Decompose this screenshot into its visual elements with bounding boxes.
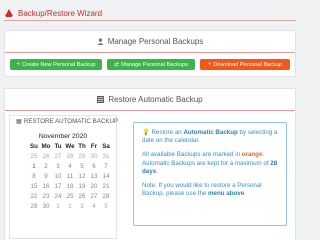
calendar-day[interactable]: 19 — [76, 182, 88, 192]
calendar-day: 31 — [102, 153, 110, 160]
calendar-day: 3 — [80, 203, 84, 210]
manage-personal-backups-header: Manage Personal Backups — [5, 31, 295, 53]
calendar-day[interactable]: 22 — [28, 192, 40, 202]
info-p2-orange: orange — [241, 151, 263, 159]
restore-automatic-backup-panel: Restore Automatic Backup ▦ RESTORE AUTOM… — [4, 88, 296, 240]
weekday-header: We — [65, 143, 75, 150]
plus-icon: + — [207, 61, 212, 68]
weekday-header: Mo — [41, 143, 51, 150]
calendar-day[interactable]: 7 — [100, 162, 112, 172]
calendar-icon: ▦ — [16, 118, 22, 125]
info-p3-bold[interactable]: menu above — [208, 190, 244, 197]
calendar-day: 1 — [56, 203, 60, 210]
restore-info-box: 💡 Restore an Automatic Backup by selecti… — [133, 122, 287, 226]
create-new-personal-backup-button[interactable]: + Create New Personal Backup — [10, 59, 102, 70]
plus-icon: + — [16, 61, 21, 68]
manage-personal-backups-label: Manage Personal Backups — [121, 61, 188, 68]
calendar-day: 5 — [104, 203, 108, 210]
weekday-header: Fr — [90, 143, 98, 150]
calendar-day: 2 — [68, 203, 72, 210]
calendar-day[interactable]: 18 — [64, 182, 76, 192]
calendar-day[interactable]: 14 — [100, 172, 112, 182]
weekday-header: Sa — [102, 143, 110, 150]
calendar-day[interactable]: 2 — [40, 162, 52, 172]
calendar-day[interactable]: 4 — [64, 162, 76, 172]
create-new-personal-backup-label: Create New Personal Backup — [22, 61, 96, 68]
wizard-icon — [5, 9, 13, 17]
title-divider — [4, 20, 296, 21]
info-p1-bold: Automatic Backup — [183, 129, 238, 136]
calendar-day[interactable]: 30 — [40, 202, 52, 212]
info-p2-pre: All available Backups are marked in — [142, 151, 242, 159]
info-paragraph-3: Note: If you would like to restore a Per… — [142, 182, 278, 198]
info-icon: 💡 — [142, 129, 150, 136]
manage-personal-backups-button[interactable]: ⇄ Manage Personal Backups — [107, 59, 195, 70]
calendar-day[interactable]: 23 — [40, 192, 52, 202]
info-paragraph-2: All available Backups are marked in oran… — [142, 151, 278, 176]
weekday-header: Su — [30, 143, 38, 150]
calendar-month: November 2020 — [38, 133, 88, 140]
personal-backup-actions: + Create New Personal Backup ⇄ Manage Pe… — [5, 53, 295, 76]
calendar-day[interactable]: 26 — [76, 192, 88, 202]
calendar-day: 27 — [54, 153, 62, 160]
calendar-day: 4 — [92, 203, 96, 210]
calendar-day: 30 — [90, 153, 98, 160]
calendar-day[interactable]: 27 — [88, 192, 100, 202]
download-personal-backup-label: Download Personal Backup — [213, 61, 283, 68]
calendar-day[interactable]: 17 — [52, 182, 64, 192]
info-paragraph-1: 💡 Restore an Automatic Backup by selecti… — [142, 129, 278, 145]
calendar-day[interactable]: 3 — [52, 162, 64, 172]
calendar-day[interactable]: 9 — [40, 172, 52, 182]
calendar-day[interactable]: 1 — [28, 162, 40, 172]
calendar-day: 26 — [42, 153, 50, 160]
restore-automatic-backup-header: Restore Automatic Backup — [5, 89, 295, 111]
weekday-header: Th — [78, 143, 86, 150]
calendar-day[interactable]: 11 — [64, 172, 76, 182]
arrows-icon: ⇄ — [114, 61, 120, 68]
info-p3-post: . — [244, 190, 246, 198]
calendar-day[interactable]: 6 — [88, 162, 100, 172]
info-p2-post: . — [156, 167, 158, 175]
calendar-title-text: RESTORE AUTOMATIC BACKUP — [23, 118, 119, 125]
calendar-day[interactable]: 25 — [64, 192, 76, 202]
calendar-day[interactable]: 12 — [76, 172, 88, 182]
calendar-day[interactable]: 29 — [28, 202, 40, 212]
download-personal-backup-button[interactable]: + Download Personal Backup — [200, 59, 290, 70]
calendar-panel: ▦ RESTORE AUTOMATIC BACKUP November 2020… — [9, 115, 118, 239]
calendar-day[interactable]: 28 — [100, 192, 112, 202]
manage-personal-backups-title: Manage Personal Backups — [107, 37, 204, 46]
calendar-day[interactable]: 13 — [88, 172, 100, 182]
calendar-day[interactable]: 5 — [76, 162, 88, 172]
user-icon — [97, 38, 104, 45]
calendar-day: 29 — [78, 153, 86, 160]
calendar-day[interactable]: 8 — [28, 172, 40, 182]
calendar-grid: Su Mo Tu We Th Fr Sa 25 26 27 28 29 30 31 1 2 3 4 5 6 7 8 9 10 1… — [28, 142, 112, 212]
calendar-day[interactable]: 10 — [52, 172, 64, 182]
calendar-day: 25 — [30, 153, 38, 160]
calendar-day: 28 — [66, 153, 74, 160]
window-title: Backup/Restore Wizard — [18, 8, 103, 18]
manage-personal-backups-panel: Manage Personal Backups + Create New Per… — [4, 30, 296, 77]
weekday-header: Tu — [54, 143, 62, 150]
calendar-day[interactable]: 16 — [40, 182, 52, 192]
calendar-title: ▦ RESTORE AUTOMATIC BACKUP — [16, 118, 118, 125]
restore-automatic-backup-title: Restore Automatic Backup — [108, 95, 203, 104]
restore-automatic-backup-body: ▦ RESTORE AUTOMATIC BACKUP November 2020… — [5, 111, 295, 240]
calendar-day[interactable]: 20 — [88, 182, 100, 192]
calendar-day[interactable]: 21 — [100, 182, 112, 192]
calendar-day[interactable]: 15 — [28, 182, 40, 192]
list-icon — [97, 96, 105, 103]
info-p1-pre: Restore an — [151, 129, 184, 136]
calendar-day[interactable]: 24 — [52, 192, 64, 202]
